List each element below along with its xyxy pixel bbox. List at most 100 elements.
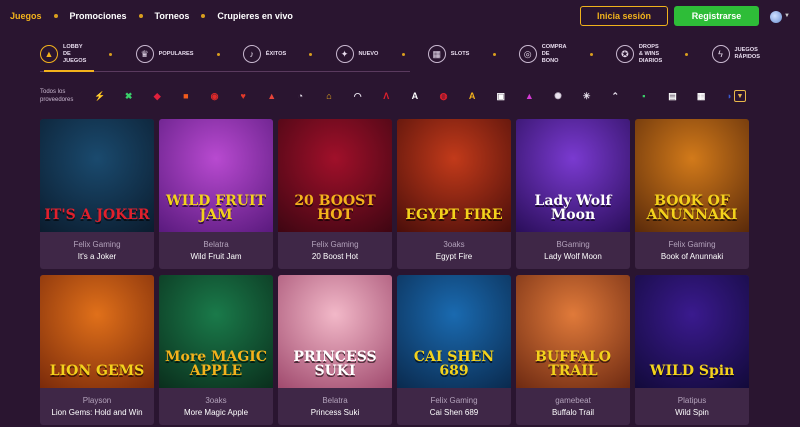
providers-expand-chevron-icon[interactable]: ▼ xyxy=(734,90,746,102)
chevron-down-icon[interactable]: ▼ xyxy=(784,13,790,19)
game-art-title: CAI SHEN 689 xyxy=(413,349,495,379)
lightning-icon: ϟ xyxy=(711,45,730,63)
game-name: Cai Shen 689 xyxy=(429,408,479,417)
nav-link-torneos[interactable]: Torneos xyxy=(155,11,190,21)
provider-logo-10[interactable]: ◠ xyxy=(350,89,366,103)
game-provider: Playson xyxy=(82,396,112,405)
category-tab-1[interactable]: ♛ POPULARES xyxy=(135,45,194,63)
microphone-icon: ♪ xyxy=(242,45,261,63)
game-card[interactable]: LION GEMS Playson Lion Gems: Hold and Win xyxy=(40,275,154,425)
game-name: 20 Boost Hot xyxy=(311,252,359,261)
game-provider: Felix Gaming xyxy=(73,240,121,249)
game-card[interactable]: Lady Wolf Moon BGaming Lady Wolf Moon xyxy=(516,119,630,269)
category-separator xyxy=(492,52,496,56)
game-card[interactable]: CAI SHEN 689 Felix Gaming Cai Shen 689 xyxy=(397,275,511,425)
game-info: BGaming Lady Wolf Moon xyxy=(516,232,630,269)
provider-logo-7[interactable]: ▲ xyxy=(264,89,280,103)
language-globe-icon[interactable] xyxy=(770,11,782,23)
game-provider: 3oaks xyxy=(205,396,227,405)
game-thumbnail[interactable]: Lady Wolf Moon xyxy=(516,119,630,232)
provider-logo-9[interactable]: ⌂ xyxy=(321,89,337,103)
login-button[interactable]: Inicia sesión xyxy=(580,6,668,26)
game-thumbnail[interactable]: BOOK OF ANUNNAKI xyxy=(635,119,749,232)
provider-logo-4[interactable]: ■ xyxy=(178,89,194,103)
provider-logo-12[interactable]: A xyxy=(407,89,423,103)
game-card[interactable]: IT'S A JOKER Felix Gaming It's a Joker xyxy=(40,119,154,269)
coins-icon: ◎ xyxy=(518,45,537,63)
game-provider: Felix Gaming xyxy=(668,240,716,249)
trophy-icon: ✪ xyxy=(615,45,634,63)
category-label: POPULARES xyxy=(158,50,194,57)
category-tab-4[interactable]: ▦ SLOTS xyxy=(427,45,469,63)
provider-logo-20[interactable]: ▪ xyxy=(636,89,652,103)
provider-logo-14[interactable]: A xyxy=(464,89,480,103)
game-thumbnail[interactable]: IT'S A JOKER xyxy=(40,119,154,232)
game-thumbnail[interactable]: WILD Spin xyxy=(635,275,749,388)
provider-logo-17[interactable]: ✺ xyxy=(550,89,566,103)
category-separator xyxy=(309,52,313,56)
game-thumbnail[interactable]: CAI SHEN 689 xyxy=(397,275,511,388)
game-info: Felix Gaming Cai Shen 689 xyxy=(397,388,511,425)
game-thumbnail[interactable]: PRINCESS SUKI xyxy=(278,275,392,388)
game-name: Book of Anunnaki xyxy=(660,252,724,261)
game-card[interactable]: BOOK OF ANUNNAKI Felix Gaming Book of Anun… xyxy=(635,119,749,269)
game-art-title: IT'S A JOKER xyxy=(44,207,150,223)
category-label: COMPRA DE BONO xyxy=(541,43,567,64)
provider-logo-3[interactable]: ◆ xyxy=(149,89,165,103)
category-tab-0[interactable]: ▲ LOBBY DE JUEGOS xyxy=(40,44,86,65)
crown-icon: ♛ xyxy=(135,45,154,63)
game-card[interactable]: More MAGIC APPLE 3oaks More Magic Apple xyxy=(159,275,273,425)
game-name: Wild Spin xyxy=(675,408,709,417)
provider-logo-21[interactable]: ▤ xyxy=(665,89,681,103)
game-thumbnail[interactable]: WILD FRUIT JAM xyxy=(159,119,273,232)
game-thumbnail[interactable]: BUFFALO TRAIL xyxy=(516,275,630,388)
category-label: NUEVO xyxy=(358,50,379,57)
provider-logo-15[interactable]: ▣ xyxy=(493,89,509,103)
game-card[interactable]: WILD Spin Platipus Wild Spin xyxy=(635,275,749,425)
provider-logo-18[interactable]: ✳ xyxy=(579,89,595,103)
provider-logo-11[interactable]: Λ xyxy=(378,89,394,103)
provider-logo-19[interactable]: ⌃ xyxy=(607,89,623,103)
game-card[interactable]: 20 BOOST HOT Felix Gaming 20 Boost Hot xyxy=(278,119,392,269)
game-card[interactable]: EGYPT FIRE 3oaks Egypt Fire xyxy=(397,119,511,269)
provider-logo-8[interactable]: ◔ xyxy=(292,89,308,103)
category-tab-5[interactable]: ◎ COMPRA DE BONO xyxy=(518,43,567,65)
game-info: Belatra Princess Suki xyxy=(278,388,392,425)
provider-logo-13[interactable]: ◍ xyxy=(436,89,452,103)
category-label: ÉXITOS xyxy=(265,50,287,57)
game-provider: Belatra xyxy=(203,240,229,249)
provider-logo-16[interactable]: ▲ xyxy=(521,89,537,103)
game-thumbnail[interactable]: LION GEMS xyxy=(40,275,154,388)
nav-separator xyxy=(138,14,143,18)
game-art-title: WILD Spin xyxy=(649,363,735,379)
category-label: DROPS & WINS DIARIOS xyxy=(638,43,663,64)
category-tab-3[interactable]: ✦ NUEVO xyxy=(335,45,379,63)
provider-logo-6[interactable]: ♥ xyxy=(235,89,251,103)
game-thumbnail[interactable]: EGYPT FIRE xyxy=(397,119,511,232)
game-thumbnail[interactable]: 20 BOOST HOT xyxy=(278,119,392,232)
nav-separator xyxy=(201,14,206,18)
provider-logo-1[interactable]: ⚡ xyxy=(92,89,108,103)
provider-logo-5[interactable]: ◉ xyxy=(207,89,223,103)
game-card[interactable]: PRINCESS SUKI Belatra Princess Suki xyxy=(278,275,392,425)
provider-logo-22[interactable]: ▦ xyxy=(693,89,709,103)
game-grid: IT'S A JOKER Felix Gaming It's a Joker WILD… xyxy=(40,119,751,425)
game-art-title: 20 BOOST HOT xyxy=(294,193,376,223)
game-provider: Platipus xyxy=(677,396,707,405)
providers-label[interactable]: Todos los proveedores xyxy=(40,88,92,104)
game-info: Playson Lion Gems: Hold and Win xyxy=(40,388,154,425)
nav-link-crupieres[interactable]: Crupieres en vivo xyxy=(217,11,293,21)
nav-link-juegos[interactable]: Juegos xyxy=(10,11,42,21)
category-tab-7[interactable]: ϟ JUEGOS RÁPIDOS xyxy=(711,45,760,63)
game-card[interactable]: WILD FRUIT JAM Belatra Wild Fruit Jam xyxy=(159,119,273,269)
game-thumbnail[interactable]: More MAGIC APPLE xyxy=(159,275,273,388)
provider-logo-2[interactable]: ✖ xyxy=(121,89,137,103)
nav-link-promociones[interactable]: Promociones xyxy=(70,11,127,21)
game-info: 3oaks Egypt Fire xyxy=(397,232,511,269)
game-card[interactable]: BUFFALO TRAIL gamebeat Buffalo Trail xyxy=(516,275,630,425)
category-tab-2[interactable]: ♪ ÉXITOS xyxy=(242,45,287,63)
game-info: 3oaks More Magic Apple xyxy=(159,388,273,425)
category-tab-6[interactable]: ✪ DROPS & WINS DIARIOS xyxy=(615,43,663,65)
lobby-icon: ▲ xyxy=(40,45,58,63)
register-button[interactable]: Registrarse xyxy=(674,6,759,26)
